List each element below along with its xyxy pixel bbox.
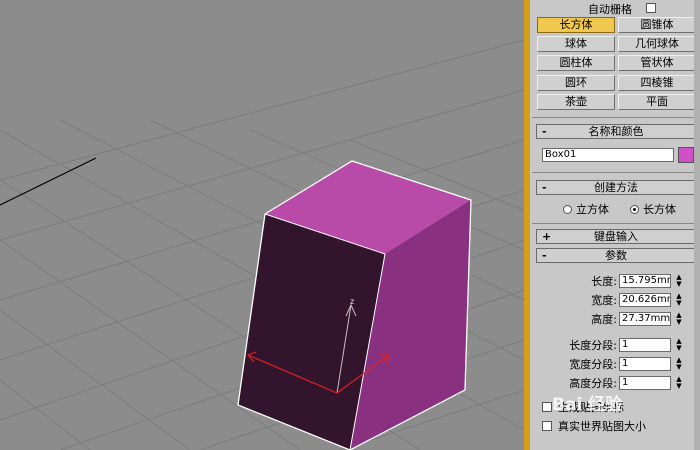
- width-segs-label: 宽度分段:: [569, 358, 617, 371]
- length-input[interactable]: 15.795mm: [619, 274, 671, 288]
- rollout-toggle: -: [542, 181, 547, 194]
- real-world-map-label: 真实世界贴图大小: [558, 420, 646, 433]
- separator: [532, 223, 698, 224]
- height-spinner[interactable]: ▲ ▼: [674, 312, 684, 326]
- tube-button[interactable]: 管状体: [618, 55, 696, 71]
- rollout-toggle: +: [542, 230, 552, 243]
- rollout-title: 参数: [605, 249, 627, 262]
- watermark: Bai 经验: [552, 395, 623, 415]
- height-label: 高度:: [591, 313, 617, 326]
- width-segs-input[interactable]: 1: [619, 357, 671, 371]
- length-segs-label: 长度分段:: [569, 339, 617, 352]
- rollout-title: 名称和颜色: [588, 125, 644, 138]
- cylinder-button[interactable]: 圆柱体: [537, 55, 615, 71]
- plane-button[interactable]: 平面: [618, 94, 696, 110]
- panel-scrollbar[interactable]: [694, 0, 700, 450]
- creation-method-rollout[interactable]: - 创建方法: [536, 180, 696, 195]
- box-radio-label: 长方体: [643, 203, 676, 216]
- gizmo-z-label: z: [350, 297, 354, 306]
- teapot-button[interactable]: 茶壶: [537, 94, 615, 110]
- geosphere-button[interactable]: 几何球体: [618, 36, 696, 52]
- rollout-title: 键盘输入: [594, 230, 638, 243]
- rollout-title: 创建方法: [594, 181, 638, 194]
- height-input[interactable]: 27.37mm: [619, 312, 671, 326]
- name-color-rollout[interactable]: - 名称和颜色: [536, 124, 696, 139]
- length-spinner[interactable]: ▲ ▼: [674, 274, 684, 288]
- separator: [532, 172, 698, 173]
- width-segs-spinner[interactable]: ▲ ▼: [674, 357, 684, 371]
- object-name-field[interactable]: Box01: [542, 148, 674, 162]
- width-label: 宽度:: [591, 294, 617, 307]
- torus-button[interactable]: 圆环: [537, 75, 615, 91]
- height-segs-label: 高度分段:: [569, 377, 617, 390]
- rollout-toggle: -: [542, 249, 547, 262]
- width-input[interactable]: 20.626mm: [619, 293, 671, 307]
- length-segs-input[interactable]: 1: [619, 338, 671, 352]
- pyramid-button[interactable]: 四棱锥: [618, 75, 696, 91]
- box-radio[interactable]: [630, 205, 639, 214]
- width-spinner[interactable]: ▲ ▼: [674, 293, 684, 307]
- height-segs-spinner[interactable]: ▲ ▼: [674, 376, 684, 390]
- box-button[interactable]: 长方体: [537, 17, 615, 33]
- command-panel: 自动栅格 长方体 圆锥体 球体 几何球体 圆柱体 管状体 圆环 四棱锥 茶壶 平…: [530, 0, 700, 450]
- perspective-viewport[interactable]: z: [0, 0, 524, 450]
- cube-radio-label: 立方体: [576, 203, 609, 216]
- gen-mapping-checkbox[interactable]: [542, 402, 552, 412]
- cube-radio[interactable]: [563, 205, 572, 214]
- viewport-scene: z: [0, 39, 524, 450]
- keyboard-entry-rollout[interactable]: + 键盘输入: [536, 229, 696, 244]
- rollout-toggle: -: [542, 125, 547, 138]
- sphere-button[interactable]: 球体: [537, 36, 615, 52]
- autogrid-label: 自动栅格: [588, 3, 632, 16]
- object-color-swatch[interactable]: [678, 147, 694, 163]
- autogrid-checkbox[interactable]: [646, 3, 656, 13]
- height-segs-input[interactable]: 1: [619, 376, 671, 390]
- parameters-rollout[interactable]: - 参数: [536, 248, 696, 263]
- world-axis-line: [0, 157, 97, 206]
- real-world-map-checkbox[interactable]: [542, 421, 552, 431]
- length-label: 长度:: [591, 275, 617, 288]
- cone-button[interactable]: 圆锥体: [618, 17, 696, 33]
- length-segs-spinner[interactable]: ▲ ▼: [674, 338, 684, 352]
- separator: [532, 117, 698, 118]
